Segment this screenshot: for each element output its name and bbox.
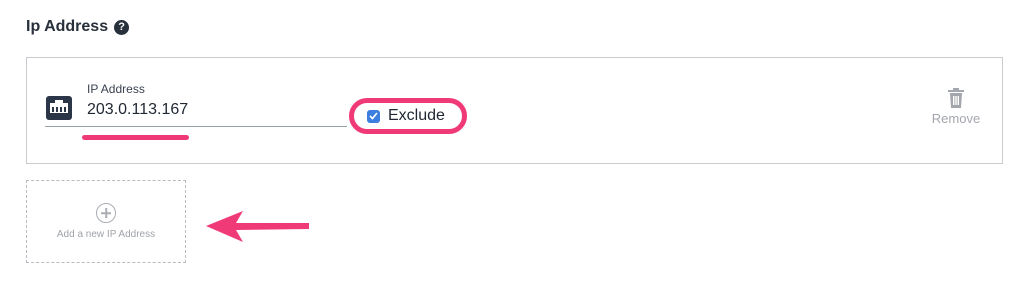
plus-circle-icon <box>96 203 116 223</box>
ip-address-input[interactable] <box>87 101 307 119</box>
annotation-underline <box>82 135 189 140</box>
exclude-label: Exclude <box>388 107 445 124</box>
section-header: Ip Address ? <box>26 18 130 36</box>
exclude-checkbox-group[interactable]: Exclude <box>349 98 467 134</box>
exclude-checkbox[interactable] <box>367 109 380 123</box>
remove-button[interactable]: Remove <box>926 88 986 126</box>
help-icon[interactable]: ? <box>114 19 130 35</box>
trash-icon <box>948 88 964 108</box>
remove-label: Remove <box>931 111 981 126</box>
input-underline <box>45 126 347 127</box>
ip-address-label: IP Address <box>87 82 145 96</box>
add-ip-address-label: Add a new IP Address <box>56 229 156 240</box>
checkmark-icon <box>369 112 378 120</box>
ip-address-card: IP Address Exclude Remove <box>26 57 1003 164</box>
pointer-arrow-icon <box>206 211 309 242</box>
network-port-icon <box>46 96 72 120</box>
section-title: Ip Address <box>26 18 109 35</box>
add-ip-address-button[interactable]: Add a new IP Address <box>26 180 186 263</box>
